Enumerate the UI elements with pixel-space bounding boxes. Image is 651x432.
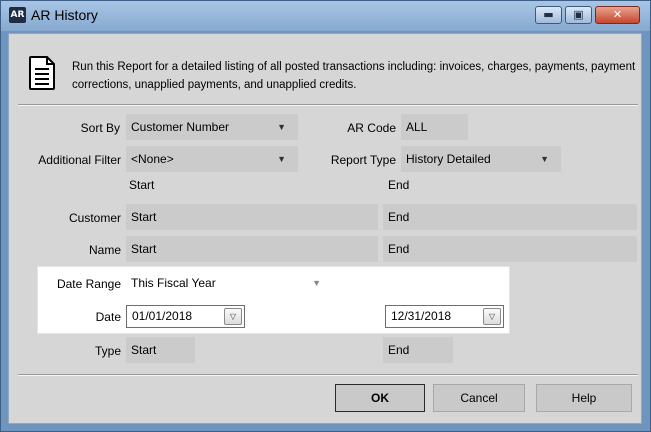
cancel-button[interactable]: Cancel (433, 384, 525, 412)
chevron-down-icon: ▼ (540, 154, 549, 164)
type-end-field[interactable]: End (383, 337, 453, 363)
report-type-label: Report Type (330, 153, 396, 167)
name-label: Name (88, 243, 121, 257)
chevron-down-icon: ▼ (277, 122, 286, 132)
top-separator (18, 104, 638, 106)
date-range-value: This Fiscal Year (131, 276, 216, 290)
minimize-button[interactable]: ▬ (535, 6, 562, 24)
date-end-input[interactable]: 12/31/2018 ▽ (385, 305, 504, 328)
type-start-field[interactable]: Start (126, 337, 195, 363)
customer-start-field[interactable]: Start (126, 204, 378, 230)
type-end-value: End (388, 343, 410, 357)
customer-end-field[interactable]: End (383, 204, 637, 230)
name-end-field[interactable]: End (383, 236, 637, 262)
ar-code-field[interactable]: ALL (401, 114, 468, 140)
report-type-select[interactable]: History Detailed ▼ (401, 146, 561, 172)
window-title: AR History (31, 7, 98, 23)
chevron-down-icon: ▽ (229, 312, 237, 321)
chevron-down-icon: ▽ (488, 312, 496, 321)
date-start-value: 01/01/2018 (132, 309, 193, 323)
app-icon: AR (9, 7, 26, 23)
minimize-icon: ▬ (543, 8, 554, 21)
name-end-value: End (388, 242, 410, 256)
end-column-header: End (388, 178, 410, 192)
report-type-value: History Detailed (406, 152, 491, 166)
title-bar[interactable]: AR AR History ▬ ▣ ✕ (1, 1, 650, 31)
date-end-value: 12/31/2018 (391, 309, 452, 323)
customer-start-value: Start (131, 210, 157, 224)
help-button[interactable]: Help (536, 384, 632, 412)
close-button[interactable]: ✕ (595, 6, 640, 24)
customer-label: Customer (68, 211, 121, 225)
calendar-dropdown-button[interactable]: ▽ (224, 308, 242, 325)
date-start-input[interactable]: 01/01/2018 ▽ (126, 305, 245, 328)
ok-button[interactable]: OK (335, 384, 425, 412)
close-icon: ✕ (612, 8, 623, 21)
date-range-label: Date Range (56, 277, 121, 291)
type-start-value: Start (131, 343, 157, 357)
report-document-icon (29, 56, 55, 90)
name-start-value: Start (131, 242, 157, 256)
sort-by-select[interactable]: Customer Number ▼ (126, 114, 298, 140)
date-range-select[interactable]: This Fiscal Year ▼ (126, 271, 331, 295)
report-description: Run this Report for a detailed listing o… (72, 61, 636, 91)
chevron-down-icon: ▼ (312, 278, 321, 288)
additional-filter-label: Additional Filter (38, 153, 121, 167)
sort-by-label: Sort By (80, 121, 120, 135)
start-column-header: Start (129, 178, 155, 192)
type-label: Type (94, 344, 121, 358)
ar-code-label: AR Code (347, 121, 396, 135)
bottom-separator (18, 374, 638, 376)
sort-by-value: Customer Number (131, 120, 230, 134)
name-start-field[interactable]: Start (126, 236, 378, 262)
ar-code-value: ALL (406, 120, 428, 134)
date-label: Date (95, 310, 121, 324)
maximize-icon: ▣ (573, 8, 584, 21)
maximize-button[interactable]: ▣ (565, 6, 592, 24)
customer-end-value: End (388, 210, 410, 224)
additional-filter-select[interactable]: <None> ▼ (126, 146, 298, 172)
chevron-down-icon: ▼ (277, 154, 286, 164)
calendar-dropdown-button[interactable]: ▽ (483, 308, 501, 325)
additional-filter-value: <None> (131, 152, 174, 166)
